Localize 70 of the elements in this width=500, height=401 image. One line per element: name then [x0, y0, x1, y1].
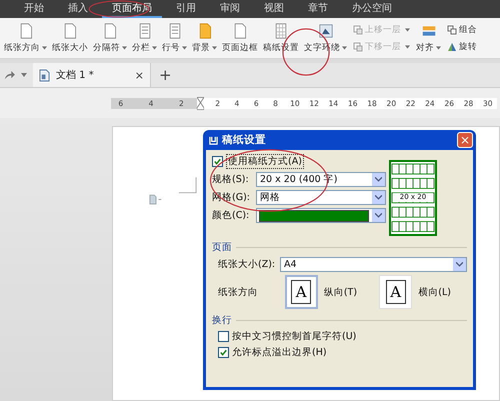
menu-tab[interactable]: 开始 [14, 0, 54, 18]
ribbon-button[interactable]: 分栏 [130, 22, 159, 54]
dropdown-icon[interactable] [21, 73, 27, 77]
field-label: 颜色(C): [212, 209, 250, 222]
paste-options-icon[interactable] [149, 194, 163, 205]
checkbox[interactable] [218, 347, 229, 358]
ribbon-button[interactable]: 纸张大小 [50, 22, 90, 54]
dropdown-arrow-icon [122, 46, 127, 50]
menu-tab[interactable]: 插入 [58, 0, 98, 18]
ribbon-button[interactable]: 旋转 [446, 40, 478, 52]
ribbon-button[interactable]: 页面边框 [220, 22, 260, 54]
indent-marker[interactable] [197, 96, 204, 110]
field-label: 纸张大小(Z): [218, 258, 276, 271]
checkbox[interactable] [212, 156, 223, 167]
document-tab[interactable]: 文档 1 * × [33, 63, 151, 87]
document-icon [39, 68, 50, 82]
orientation-button[interactable]: A [379, 275, 412, 309]
dropdown-arrow-icon [436, 46, 441, 50]
redo-icon[interactable] [4, 70, 15, 80]
checkbox-option[interactable]: 允许标点溢出边界(H) [218, 346, 467, 359]
page-icon [198, 22, 212, 38]
orientation-button[interactable]: A [284, 275, 318, 309]
field-label: 规格(S): [212, 173, 250, 186]
dropdown-arrow-icon [405, 44, 410, 48]
margin-corner-mark [179, 177, 197, 194]
lines-icon [138, 22, 152, 38]
menu-tab[interactable]: 视图 [254, 0, 294, 18]
close-tab-button[interactable]: × [134, 68, 144, 82]
ribbon-button[interactable]: 背景 [190, 22, 219, 54]
menu-tab[interactable]: 章节 [298, 0, 338, 18]
section-heading: 换行 [212, 314, 232, 327]
color-dropdown[interactable] [256, 208, 386, 223]
ribbon-button[interactable]: 组合 [446, 24, 478, 36]
dropdown-arrow-icon [182, 46, 187, 50]
dropdown-arrow-icon [342, 46, 347, 50]
page-icon [103, 22, 117, 38]
triangle-icon [447, 42, 457, 52]
page-icon [18, 22, 32, 38]
ribbon-button[interactable]: 行号 [160, 22, 189, 54]
group-icon [447, 24, 457, 34]
grid-dropdown[interactable]: 网格 [256, 190, 386, 205]
page-icon [233, 22, 247, 38]
ribbon-button[interactable]: 纸张方向 [2, 22, 49, 54]
image-icon [318, 22, 332, 38]
checkbox-option[interactable]: 使用稿纸方式(A) [212, 154, 386, 169]
paper-size-dropdown[interactable]: A4 [280, 257, 467, 272]
menu-tab[interactable]: 办公空间 [342, 0, 402, 18]
new-tab-button[interactable]: + [159, 66, 172, 84]
menu-tab[interactable]: 审阅 [210, 0, 250, 18]
checkbox[interactable] [218, 331, 229, 342]
field-label: 纸张方向 [218, 286, 259, 298]
app-icon [209, 136, 218, 144]
grid-page-icon [274, 22, 288, 38]
ribbon-button[interactable]: 分隔符 [91, 22, 129, 54]
document-title: 文档 1 * [56, 68, 95, 82]
dropdown-arrow-icon [212, 46, 217, 50]
option-label: 横向(L) [418, 286, 451, 298]
ribbon-button[interactable]: 对齐 [414, 22, 443, 54]
section-heading: 页面 [212, 241, 232, 254]
close-button[interactable]: × [457, 132, 473, 148]
dropdown-arrow-icon [42, 46, 47, 50]
checkbox-option[interactable]: 按中文习惯控制首尾字符(U) [218, 330, 467, 343]
dropdown-arrow-icon [152, 46, 157, 50]
menu-tab[interactable]: 引用 [166, 0, 206, 18]
dialog-title: 稿纸设置 [222, 133, 267, 147]
lines-icon [168, 22, 182, 38]
highlight-ellipse [282, 28, 330, 76]
dropdown-arrow-icon [405, 28, 410, 32]
option-label: 纵向(T) [324, 286, 358, 298]
page-icon [63, 22, 77, 38]
